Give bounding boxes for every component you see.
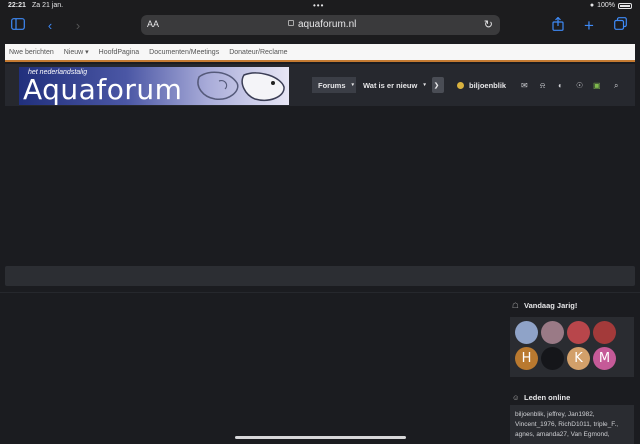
user-icon: ☺ <box>512 393 520 402</box>
user-avatar <box>457 82 464 89</box>
avatar[interactable] <box>541 347 564 370</box>
online-members-block: biljoenblik, jeffrey, Jan1982, Vincent_1… <box>510 405 634 444</box>
nav-forums-label: Forums <box>318 80 346 90</box>
status-time: 22:21 <box>8 2 26 9</box>
inbox-icon[interactable]: ✉ <box>521 81 528 90</box>
avatar[interactable] <box>567 321 590 344</box>
nav-homepage[interactable]: HoofdPagina <box>99 49 139 56</box>
reload-icon[interactable]: ↻ <box>484 18 493 31</box>
text-size-button[interactable]: AA <box>147 19 159 29</box>
bell-icon[interactable]: ⍾ <box>540 81 545 91</box>
forum-header: het nederlandstalig Aquaforum Forums ▾ W… <box>5 64 635 106</box>
chevron-down-icon: ▾ <box>351 82 355 88</box>
more-nav-button[interactable]: ❯ <box>432 77 444 93</box>
lock-icon <box>288 20 294 26</box>
birthday-avatars: H K M <box>515 321 616 370</box>
avatar[interactable] <box>593 321 616 344</box>
online-members-list[interactable]: biljoenblik, jeffrey, Jan1982, Vincent_1… <box>515 411 618 438</box>
battery-icon <box>618 2 632 9</box>
status-right: ● 100% <box>590 2 632 9</box>
share-icon[interactable] <box>549 16 567 35</box>
theme-toggle-icon[interactable]: ◐ <box>558 81 563 90</box>
search-icon[interactable]: ⌕ <box>614 81 618 91</box>
nav-wat-is-er-nieuw-tab[interactable]: Wat is er nieuw ▾ <box>357 77 432 93</box>
new-tab-icon[interactable]: + <box>580 17 598 35</box>
avatar[interactable] <box>515 321 538 344</box>
nav-new-dropdown[interactable]: Nieuw ▾ <box>64 48 89 56</box>
avatar[interactable]: M <box>593 347 616 370</box>
browser-toolbar: ‹ › AA aquaforum.nl ↻ + <box>0 12 640 40</box>
username: biljoenblik <box>469 81 507 90</box>
content-bar <box>5 266 635 286</box>
lightbulb-icon[interactable]: ☉ <box>576 81 583 90</box>
forward-icon[interactable]: › <box>69 17 87 35</box>
aquaforum-logo[interactable]: het nederlandstalig Aquaforum <box>19 67 289 105</box>
nav-documents-meetings[interactable]: Documenten/Meetings <box>149 49 219 56</box>
birthday-title: Vandaag Jarig! <box>524 301 578 310</box>
fish-drawing-icon <box>197 71 285 101</box>
user-menu[interactable]: biljoenblik <box>457 81 506 90</box>
back-icon[interactable]: ‹ <box>41 17 59 35</box>
tabs-overview-icon[interactable] <box>611 17 629 35</box>
cake-icon: ☖ <box>512 301 519 310</box>
nav-donateur-reclame[interactable]: Donateur/Reclame <box>229 49 287 56</box>
nav-forums-tab[interactable]: Forums ▾ <box>312 77 356 93</box>
chevron-down-icon: ▾ <box>423 82 426 88</box>
birthday-heading: ☖ Vandaag Jarig! <box>512 301 577 310</box>
online-title: Leden online <box>524 393 571 402</box>
nav-new-posts[interactable]: Nwe berichten <box>9 49 54 56</box>
battery-percent: 100% <box>597 2 615 9</box>
url-text[interactable]: aquaforum.nl <box>298 19 356 30</box>
online-heading: ☺ Leden online <box>512 393 570 402</box>
logo-title: Aquaforum <box>23 73 183 105</box>
multitasking-dots[interactable]: ••• <box>313 1 324 10</box>
home-indicator[interactable] <box>235 436 406 439</box>
status-date: Za 21 jan. <box>32 2 64 9</box>
nav-wat-label: Wat is er nieuw <box>363 80 418 90</box>
chevron-right-icon: ❯ <box>434 82 440 89</box>
address-bar[interactable]: AA aquaforum.nl ↻ <box>141 15 500 35</box>
chat-icon[interactable]: ▣ <box>593 81 601 90</box>
avatar[interactable]: H <box>515 347 538 370</box>
avatar[interactable]: K <box>567 347 590 370</box>
wifi-icon: ● <box>589 2 595 9</box>
forum-top-nav: Nwe berichten Nieuw ▾ HoofdPagina Docume… <box>5 44 635 62</box>
avatar[interactable] <box>541 321 564 344</box>
ios-status-bar: 22:21 Za 21 jan. ••• ● 100% <box>0 0 640 12</box>
divider <box>0 292 640 293</box>
birthday-block: H K M <box>510 317 634 377</box>
sidebar-icon[interactable] <box>9 17 27 35</box>
